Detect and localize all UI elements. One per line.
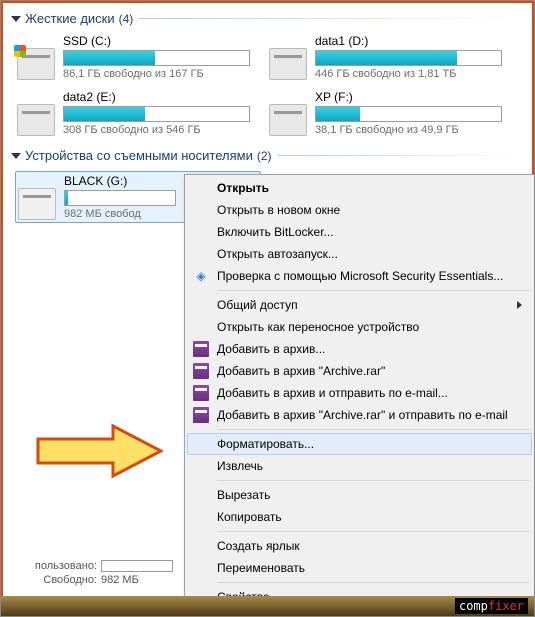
drive-info: XP (F:) 38,1 ГБ свободно из 49,9 ГБ bbox=[315, 90, 509, 136]
drive-icon bbox=[269, 104, 307, 136]
wm-b: fixer bbox=[488, 599, 524, 613]
menu-separator bbox=[217, 429, 530, 430]
hdd-list: SSD (C:) 86,1 ГБ свободно из 167 ГБ data… bbox=[11, 32, 524, 144]
watermark: compfixer bbox=[455, 598, 528, 614]
drive-status: 308 ГБ свободно из 546 ГБ bbox=[63, 124, 257, 136]
menu-label: Общий доступ bbox=[217, 298, 298, 312]
drive-info: data1 (D:) 446 ГБ свободно из 1,81 ТБ bbox=[315, 34, 509, 80]
stat-used: пользовано: bbox=[9, 560, 173, 572]
collapse-icon bbox=[11, 153, 21, 159]
winrar-icon bbox=[193, 385, 209, 401]
menu-copy[interactable]: Копировать bbox=[187, 506, 532, 528]
drive-c[interactable]: SSD (C:) 86,1 ГБ свободно из 167 ГБ bbox=[17, 34, 257, 80]
usage-bar bbox=[64, 190, 176, 206]
drive-label: SSD (C:) bbox=[63, 34, 257, 48]
submenu-arrow-icon bbox=[517, 301, 522, 309]
drive-label: data2 (E:) bbox=[63, 90, 257, 104]
stat-free: Свободно: 982 МБ bbox=[9, 574, 173, 586]
drive-label: data1 (D:) bbox=[315, 34, 509, 48]
menu-label: Копировать bbox=[217, 510, 282, 524]
drive-label: XP (F:) bbox=[315, 90, 509, 104]
menu-open[interactable]: Открыть bbox=[187, 177, 532, 199]
menu-format[interactable]: Форматировать... bbox=[187, 433, 532, 455]
menu-label: Включить BitLocker... bbox=[217, 225, 334, 239]
callout-arrow bbox=[33, 421, 163, 481]
group-count: (2) bbox=[257, 149, 272, 163]
explorer-window: Жесткие диски (4) SSD (C:) 86,1 ГБ свобо… bbox=[0, 0, 535, 617]
menu-label: Добавить в архив и отправить по e-mail..… bbox=[217, 386, 448, 400]
menu-separator bbox=[217, 480, 530, 481]
menu-label: Добавить в архив... bbox=[217, 342, 325, 356]
menu-rar-add-named[interactable]: Добавить в архив "Archive.rar" bbox=[187, 360, 532, 382]
group-count: (4) bbox=[119, 12, 134, 26]
drive-status: 446 ГБ свободно из 1,81 ТБ bbox=[315, 68, 509, 80]
usage-bar bbox=[63, 50, 250, 66]
usage-bar bbox=[315, 106, 502, 122]
usage-bar bbox=[63, 106, 250, 122]
wm-a: comp bbox=[459, 599, 488, 613]
group-title: Устройства со съемными носителями bbox=[25, 148, 253, 163]
drive-f[interactable]: XP (F:) 38,1 ГБ свободно из 49,9 ГБ bbox=[269, 90, 509, 136]
menu-label: Форматировать... bbox=[217, 437, 314, 451]
drive-status: 86,1 ГБ свободно из 167 ГБ bbox=[63, 68, 257, 80]
used-label: пользовано: bbox=[9, 560, 97, 572]
divider bbox=[278, 155, 524, 156]
winrar-icon bbox=[193, 407, 209, 423]
menu-portable[interactable]: Открыть как переносное устройство bbox=[187, 316, 532, 338]
menu-rar-add[interactable]: Добавить в архив... bbox=[187, 338, 532, 360]
menu-cut[interactable]: Вырезать bbox=[187, 484, 532, 506]
details-pane: пользовано: Свободно: 982 МБ compfixer bbox=[1, 546, 534, 616]
menu-label: Открыть автозапуск... bbox=[217, 247, 338, 261]
free-label: Свободно: bbox=[9, 574, 97, 586]
menu-label: Добавить в архив "Archive.rar" bbox=[217, 364, 385, 378]
drive-info: SSD (C:) 86,1 ГБ свободно из 167 ГБ bbox=[63, 34, 257, 80]
menu-rar-named-email[interactable]: Добавить в архив "Archive.rar" и отправи… bbox=[187, 404, 532, 426]
menu-label: Проверка с помощью Microsoft Security Es… bbox=[217, 269, 503, 283]
winrar-icon bbox=[193, 363, 209, 379]
group-header-removable[interactable]: Устройства со съемными носителями (2) bbox=[11, 148, 524, 163]
drive-stats: пользовано: Свободно: 982 МБ bbox=[9, 558, 173, 588]
menu-open-new-window[interactable]: Открыть в новом окне bbox=[187, 199, 532, 221]
menu-separator bbox=[217, 531, 530, 532]
shield-icon: ◈ bbox=[193, 268, 209, 284]
menu-label: Открыть как переносное устройство bbox=[217, 320, 419, 334]
drive-icon bbox=[17, 48, 55, 80]
menu-label: Открыть в новом окне bbox=[217, 203, 340, 217]
group-title: Жесткие диски bbox=[25, 11, 115, 26]
drive-icon bbox=[17, 104, 55, 136]
group-header-hdd[interactable]: Жесткие диски (4) bbox=[11, 11, 524, 26]
menu-label: Открыть bbox=[217, 181, 269, 195]
menu-eject[interactable]: Извлечь bbox=[187, 455, 532, 477]
menu-label: Вырезать bbox=[217, 488, 270, 502]
drive-d[interactable]: data1 (D:) 446 ГБ свободно из 1,81 ТБ bbox=[269, 34, 509, 80]
menu-separator bbox=[217, 290, 530, 291]
used-bar bbox=[101, 560, 173, 572]
menu-label: Извлечь bbox=[217, 459, 263, 473]
menu-mse-scan[interactable]: ◈ Проверка с помощью Microsoft Security E… bbox=[187, 265, 532, 287]
menu-autoplay[interactable]: Открыть автозапуск... bbox=[187, 243, 532, 265]
drive-icon bbox=[18, 188, 56, 220]
menu-label: Добавить в архив "Archive.rar" и отправи… bbox=[217, 408, 508, 422]
menu-bitlocker[interactable]: Включить BitLocker... bbox=[187, 221, 532, 243]
drive-info: data2 (E:) 308 ГБ свободно из 546 ГБ bbox=[63, 90, 257, 136]
drive-e[interactable]: data2 (E:) 308 ГБ свободно из 546 ГБ bbox=[17, 90, 257, 136]
menu-share[interactable]: Общий доступ bbox=[187, 294, 532, 316]
menu-rar-email[interactable]: Добавить в архив и отправить по e-mail..… bbox=[187, 382, 532, 404]
winrar-icon bbox=[193, 341, 209, 357]
drive-status: 38,1 ГБ свободно из 49,9 ГБ bbox=[315, 124, 509, 136]
collapse-icon bbox=[11, 16, 21, 22]
divider bbox=[139, 18, 524, 19]
usage-bar bbox=[315, 50, 502, 66]
drive-icon bbox=[269, 48, 307, 80]
free-value: 982 МБ bbox=[101, 574, 139, 586]
